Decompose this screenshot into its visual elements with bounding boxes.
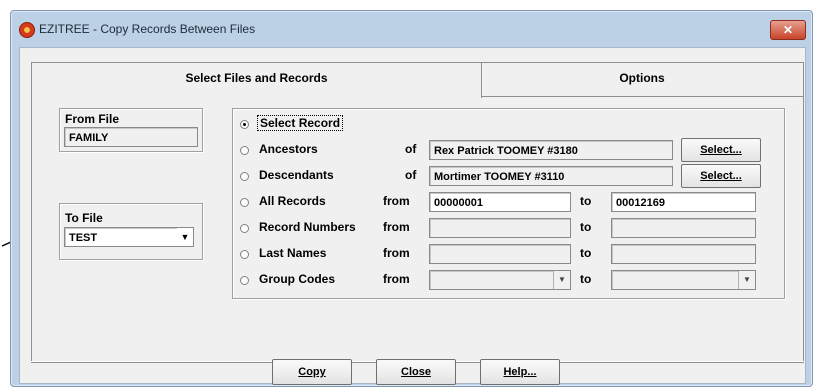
close-window-button[interactable]: ✕ xyxy=(770,20,806,40)
chevron-down-icon[interactable]: ▼ xyxy=(553,271,570,289)
record-numbers-from-field[interactable] xyxy=(429,218,571,238)
radio-all-records[interactable] xyxy=(240,198,249,207)
record-numbers-to-field[interactable] xyxy=(611,218,756,238)
descendants-label[interactable]: Descendants xyxy=(259,168,334,182)
help-button[interactable]: Help... xyxy=(480,359,560,385)
select-record-label[interactable]: Select Record xyxy=(257,115,344,131)
from-file-group: From File FAMILY xyxy=(59,108,203,152)
record-numbers-to-label: to xyxy=(580,220,592,234)
radio-descendants[interactable] xyxy=(240,172,249,181)
radio-record-numbers[interactable] xyxy=(240,224,249,233)
ancestors-select-button[interactable]: Select... xyxy=(681,138,761,162)
group-codes-to-label: to xyxy=(580,272,592,286)
from-file-field[interactable]: FAMILY xyxy=(64,127,198,147)
ancestors-of-label: of xyxy=(405,142,417,156)
app-icon xyxy=(19,22,35,38)
records-group: Select Record Ancestors of Rex Patrick T… xyxy=(232,108,785,299)
all-records-from-label: from xyxy=(383,194,410,208)
dialog-window: EZITREE - Copy Records Between Files ✕ S… xyxy=(10,10,813,387)
radio-ancestors[interactable] xyxy=(240,146,249,155)
copy-button-label: Copy xyxy=(298,366,326,378)
all-records-to-field[interactable]: 00012169 xyxy=(611,192,756,212)
group-codes-to-dropdown[interactable]: ▼ xyxy=(611,270,756,290)
radio-select-record[interactable] xyxy=(240,120,249,129)
group-codes-label[interactable]: Group Codes xyxy=(259,272,335,286)
chevron-down-icon[interactable]: ▼ xyxy=(177,228,193,246)
close-button-label: Close xyxy=(401,366,431,378)
radio-group-codes[interactable] xyxy=(240,276,249,285)
group-codes-from-label: from xyxy=(383,272,410,286)
last-names-to-field[interactable] xyxy=(611,244,756,264)
help-button-label: Help... xyxy=(503,366,537,378)
ancestors-select-label: Select... xyxy=(700,144,742,156)
all-records-from-field[interactable]: 00000001 xyxy=(429,192,571,212)
descendants-select-button[interactable]: Select... xyxy=(681,164,761,188)
all-records-label[interactable]: All Records xyxy=(259,194,326,208)
group-codes-from-dropdown[interactable]: ▼ xyxy=(429,270,571,290)
to-file-dropdown[interactable]: TEST ▼ xyxy=(64,227,194,247)
tab-select-files-and-records[interactable]: Select Files and Records xyxy=(31,62,482,98)
tab-panel: From File FAMILY To File TEST ▼ Select R… xyxy=(31,96,804,363)
tab-options[interactable]: Options xyxy=(480,62,804,98)
last-names-from-field[interactable] xyxy=(429,244,571,264)
descendants-field[interactable]: Mortimer TOOMEY #3110 xyxy=(429,166,673,186)
last-names-to-label: to xyxy=(580,246,592,260)
dialog-client: Select Files and Records Options From Fi… xyxy=(19,47,806,385)
window-title: EZITREE - Copy Records Between Files xyxy=(39,22,256,36)
to-file-group: To File TEST ▼ xyxy=(59,203,203,260)
record-numbers-from-label: from xyxy=(383,220,410,234)
chevron-down-icon[interactable]: ▼ xyxy=(738,271,755,289)
close-button[interactable]: Close xyxy=(376,359,456,385)
last-names-label[interactable]: Last Names xyxy=(259,246,326,260)
from-file-label: From File xyxy=(65,112,120,126)
copy-button[interactable]: Copy xyxy=(272,359,352,385)
last-names-from-label: from xyxy=(383,246,410,260)
ancestors-label[interactable]: Ancestors xyxy=(259,142,318,156)
record-numbers-label[interactable]: Record Numbers xyxy=(259,220,356,234)
to-file-label: To File xyxy=(65,211,103,225)
to-file-value: TEST xyxy=(69,232,98,244)
radio-last-names[interactable] xyxy=(240,250,249,259)
descendants-of-label: of xyxy=(405,168,417,182)
all-records-to-label: to xyxy=(580,194,592,208)
ancestors-field[interactable]: Rex Patrick TOOMEY #3180 xyxy=(429,140,673,160)
descendants-select-label: Select... xyxy=(700,170,742,182)
title-bar[interactable]: EZITREE - Copy Records Between Files ✕ xyxy=(11,11,812,47)
